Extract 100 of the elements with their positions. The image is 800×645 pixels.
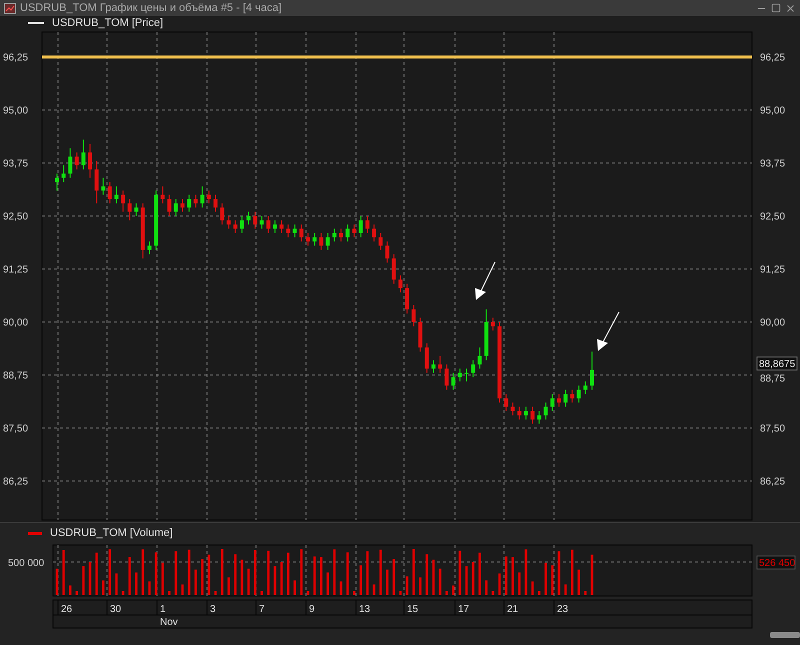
candlestick (160, 186, 165, 204)
date-label: 26 (61, 604, 72, 615)
candlestick (246, 211, 251, 225)
y-axis-label: 88,75 (3, 370, 28, 382)
candlestick (478, 346, 482, 370)
y-axis-label: 93,75 (760, 158, 786, 170)
candlestick (570, 389, 574, 404)
date-label: 13 (359, 604, 370, 615)
candlestick (339, 228, 344, 242)
candlestick (517, 406, 522, 420)
candlestick (524, 406, 528, 420)
legend-label: USDRUB_TOM [Volume] (50, 528, 173, 539)
candlestick (424, 342, 429, 374)
candlestick (260, 216, 264, 230)
maximize-icon[interactable] (771, 3, 781, 13)
date-label: 1 (160, 604, 166, 615)
date-label: 3 (210, 604, 216, 615)
candlestick (392, 254, 396, 284)
candlestick (68, 148, 72, 178)
candlestick (583, 380, 588, 395)
candlestick (147, 240, 152, 255)
close-icon[interactable] (785, 2, 796, 14)
candlestick (358, 216, 363, 238)
candlestick (398, 274, 402, 293)
y-axis-label: 96,25 (760, 52, 786, 64)
candlestick (471, 360, 476, 378)
date-label: 9 (309, 604, 315, 615)
date-label: 17 (458, 604, 470, 615)
y-axis-label: 93,75 (3, 158, 28, 170)
candlestick (114, 186, 118, 204)
y-axis-label: 86,25 (760, 476, 786, 488)
candlestick (200, 186, 204, 208)
annotation-arrow (475, 262, 496, 300)
candlestick (556, 394, 561, 408)
annotation-arrow (597, 312, 620, 351)
candlestick (266, 216, 270, 234)
candlestick (346, 224, 350, 242)
window-title: USDRUB_TOM График цены и объёма #5 - [4 часа] (20, 2, 282, 14)
candlestick (544, 402, 548, 420)
candlestick (187, 194, 192, 212)
candlestick (312, 232, 317, 246)
date-label: 23 (557, 604, 568, 615)
candlestick (206, 190, 211, 204)
y-axis-label: 86,25 (3, 476, 28, 488)
candlestick (88, 143, 92, 178)
scrollbar-thumb[interactable] (770, 632, 800, 638)
candlestick (510, 402, 515, 416)
date-label: 21 (507, 604, 518, 615)
candlestick (412, 304, 416, 327)
candlestick (194, 194, 198, 208)
y-axis-label: 91,25 (760, 264, 786, 276)
candlestick (240, 216, 244, 234)
candlestick (272, 220, 277, 234)
candlestick (372, 224, 376, 242)
candlestick (550, 394, 554, 412)
y-axis-label: 90,00 (3, 318, 28, 328)
y-axis-label: 87,50 (760, 424, 786, 434)
y-axis-label: 91,25 (3, 264, 28, 276)
legend-line-icon (28, 22, 44, 24)
candlestick (101, 177, 106, 196)
candlestick (365, 216, 370, 234)
candlestick (134, 202, 138, 217)
chart-window-icon (4, 2, 16, 14)
candlestick (55, 173, 59, 192)
candlestick (253, 211, 258, 230)
y-axis-label: 95,00 (760, 106, 786, 116)
candlestick (292, 224, 297, 238)
y-axis-label: 88,75 (760, 374, 786, 384)
y-axis-label: 500 000 (8, 558, 44, 569)
candlestick (405, 283, 410, 314)
candlestick (226, 216, 231, 230)
candlestick (214, 194, 218, 212)
candlestick (458, 368, 462, 382)
candlestick (326, 232, 330, 250)
candlestick (286, 224, 290, 238)
candlestick (444, 364, 449, 390)
candlestick (530, 406, 535, 424)
candlestick (121, 190, 126, 212)
candlestick (537, 410, 542, 424)
candlestick (332, 228, 336, 242)
y-axis-label: 92,50 (760, 212, 786, 222)
candlestick (378, 232, 383, 250)
last-volume-tag: 526 450 (756, 556, 796, 570)
date-label: 30 (110, 604, 122, 615)
y-axis-label: 90,00 (760, 318, 786, 328)
candlestick (180, 198, 184, 212)
candlestick (319, 232, 324, 250)
candlestick (576, 385, 581, 404)
y-axis-label: 95,00 (3, 106, 28, 116)
candlestick (564, 389, 568, 408)
candlestick (438, 355, 442, 374)
y-axis-label: 96,25 (3, 52, 28, 64)
candlestick (431, 360, 436, 374)
candlestick (280, 220, 284, 234)
candlestick (108, 182, 112, 204)
candlestick (233, 220, 238, 234)
candlestick (62, 164, 66, 183)
candlestick (174, 198, 178, 217)
candlestick (220, 202, 224, 225)
candlestick (306, 232, 310, 246)
